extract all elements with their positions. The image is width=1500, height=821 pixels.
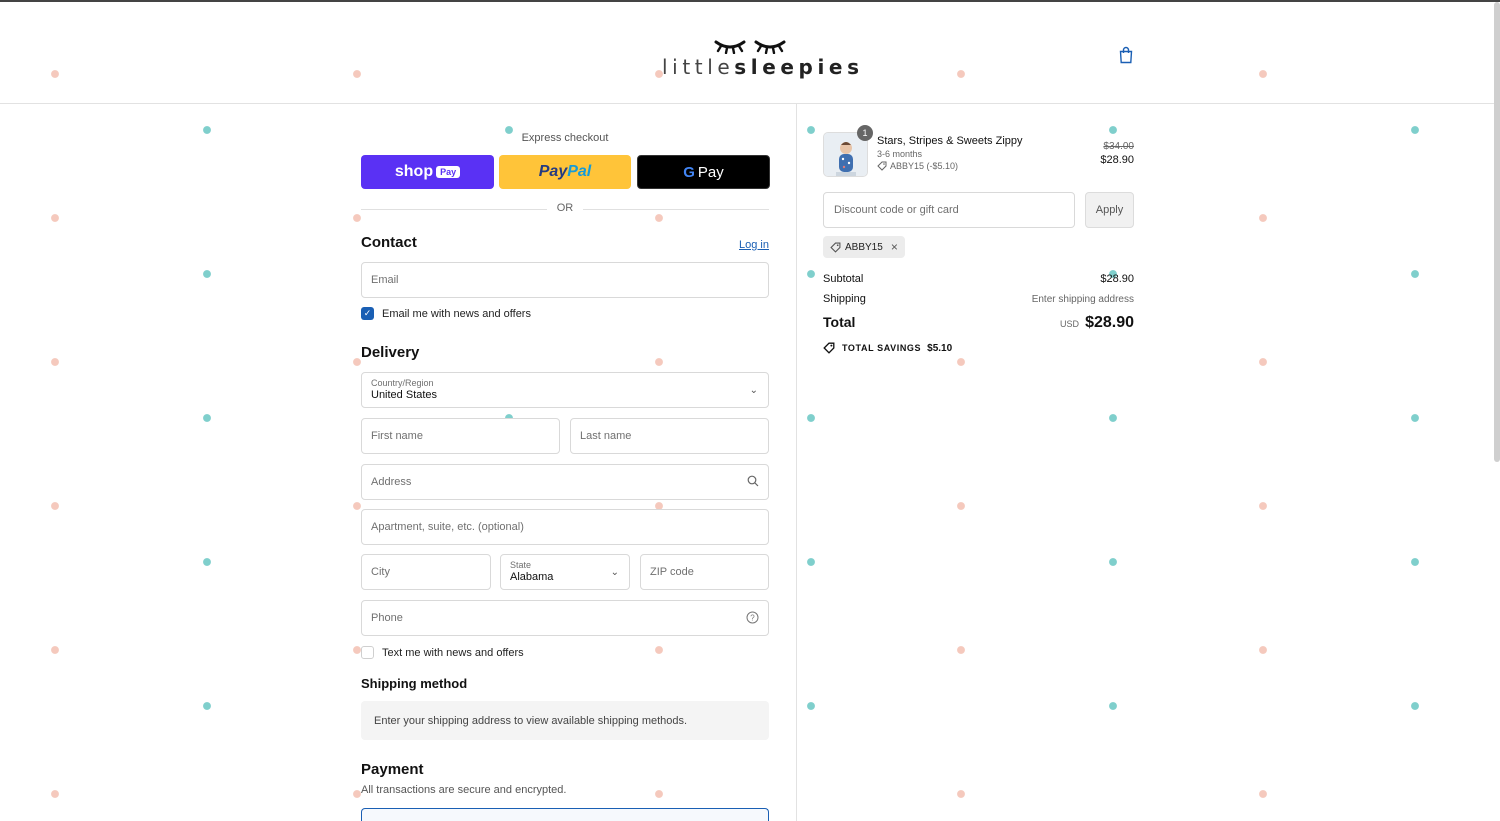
brand-name-light: little — [662, 55, 735, 79]
product-variant: 3-6 months — [877, 149, 923, 159]
city-placeholder: City — [371, 566, 390, 578]
column-divider — [796, 104, 797, 821]
savings-tag-icon — [823, 342, 835, 354]
eyelashes-logo-icon — [714, 40, 786, 54]
remove-code-icon[interactable]: × — [891, 240, 898, 254]
shop-pay-label: shop — [394, 163, 434, 180]
payment-title: Payment — [361, 761, 424, 778]
newsletter-label: Email me with news and offers — [382, 307, 531, 320]
paypal-label-part1: Pay — [538, 163, 568, 180]
site-header: littlesleepies — [0, 2, 1500, 104]
total-value: $28.90 — [1085, 314, 1134, 331]
shop-pay-tag: Pay — [436, 166, 461, 178]
product-discount: ABBY15 (-$5.10) — [877, 161, 958, 171]
zip-field[interactable]: ZIP code — [640, 554, 769, 590]
brand-name-bold: sleepies — [734, 55, 864, 79]
shipping-method-title: Shipping method — [361, 676, 468, 691]
total-amount: USD $28.90 — [1060, 314, 1134, 332]
svg-text:?: ? — [750, 613, 755, 622]
google-pay-button[interactable]: G Pay — [637, 155, 770, 189]
shop-pay-button[interactable]: shop Pay — [361, 155, 494, 189]
newsletter-checkbox-row[interactable]: ✓ Email me with news and offers — [361, 307, 531, 320]
price-original: $34.00 — [1103, 141, 1134, 152]
state-select[interactable]: State Alabama ⌄ — [500, 554, 630, 590]
google-pay-label: Pay — [697, 163, 724, 181]
state-value: Alabama — [510, 571, 554, 583]
paypal-label-part2: Pal — [567, 163, 592, 180]
search-icon — [747, 475, 759, 487]
express-checkout-title: Express checkout — [521, 132, 609, 144]
or-label: OR — [556, 202, 574, 214]
product-name: Stars, Stripes & Sweets Zippy — [877, 135, 1023, 147]
shipping-row: Shipping Enter shipping address — [823, 293, 1134, 305]
quantity-badge: 1 — [857, 125, 873, 141]
subtotal-value: $28.90 — [1100, 273, 1134, 285]
sms-label: Text me with news and offers — [382, 646, 524, 659]
newsletter-checkbox[interactable]: ✓ — [361, 307, 374, 320]
sms-checkbox[interactable] — [361, 646, 374, 659]
contact-title: Contact — [361, 234, 417, 251]
phone-field[interactable]: Phone ? — [361, 600, 769, 636]
total-savings: TOTAL SAVINGS $5.10 — [823, 342, 952, 354]
currency-code: USD — [1060, 319, 1080, 329]
savings-label: TOTAL SAVINGS — [842, 343, 922, 353]
payment-method-box[interactable] — [361, 808, 769, 821]
brand-wordmark: littlesleepies — [662, 55, 859, 79]
email-placeholder: Email — [371, 274, 399, 286]
last-name-placeholder: Last name — [580, 430, 632, 442]
page-scrollbar[interactable] — [1494, 2, 1500, 462]
subtotal-label: Subtotal — [823, 273, 864, 285]
address-placeholder: Address — [371, 476, 412, 488]
google-g-icon: G — [683, 163, 695, 181]
last-name-field[interactable]: Last name — [570, 418, 769, 454]
country-value: United States — [371, 389, 438, 401]
savings-value: $5.10 — [927, 342, 953, 354]
shopping-bag-icon[interactable] — [1118, 46, 1134, 64]
email-field[interactable]: Email — [361, 262, 769, 298]
total-label: Total — [823, 314, 856, 330]
country-label: Country/Region — [371, 378, 434, 388]
shipping-method-notice: Enter your shipping address to view avai… — [361, 701, 769, 740]
address-field[interactable]: Address — [361, 464, 769, 500]
tag-icon — [877, 161, 887, 171]
or-divider: OR — [361, 202, 769, 216]
payment-subtitle: All transactions are secure and encrypte… — [361, 784, 567, 796]
applied-code-chip: ABBY15 × — [823, 236, 905, 258]
shipping-label: Shipping — [823, 293, 866, 305]
chevron-down-icon: ⌄ — [749, 385, 758, 396]
state-label: State — [510, 560, 532, 570]
phone-placeholder: Phone — [371, 612, 403, 624]
paypal-button[interactable]: Pay Pal — [499, 155, 631, 189]
apartment-placeholder: Apartment, suite, etc. (optional) — [371, 521, 524, 533]
total-row: Total USD $28.90 — [823, 314, 1134, 332]
apartment-field[interactable]: Apartment, suite, etc. (optional) — [361, 509, 769, 545]
shipping-value: Enter shipping address — [1031, 294, 1134, 305]
apply-button[interactable]: Apply — [1085, 192, 1134, 228]
applied-code: ABBY15 — [845, 241, 883, 253]
shipping-method-message: Enter your shipping address to view avai… — [374, 714, 688, 727]
brand-logo[interactable]: littlesleepies — [662, 36, 859, 79]
first-name-placeholder: First name — [371, 430, 423, 442]
chevron-down-icon: ⌄ — [610, 567, 619, 578]
discount-placeholder: Discount code or gift card — [834, 204, 959, 216]
price-final: $28.90 — [1100, 154, 1134, 166]
first-name-field[interactable]: First name — [361, 418, 560, 454]
or-line-right — [583, 209, 769, 210]
city-field[interactable]: City — [361, 554, 491, 590]
login-link[interactable]: Log in — [739, 239, 769, 251]
zip-placeholder: ZIP code — [650, 566, 694, 578]
product-discount-text: ABBY15 (-$5.10) — [890, 161, 959, 171]
country-select[interactable]: Country/Region United States ⌄ — [361, 372, 769, 408]
sms-checkbox-row[interactable]: Text me with news and offers — [361, 646, 524, 659]
subtotal-row: Subtotal $28.90 — [823, 273, 1134, 285]
help-icon[interactable]: ? — [746, 611, 759, 624]
delivery-title: Delivery — [361, 344, 420, 361]
discount-code-input[interactable]: Discount code or gift card — [823, 192, 1075, 228]
tag-icon — [830, 242, 841, 253]
